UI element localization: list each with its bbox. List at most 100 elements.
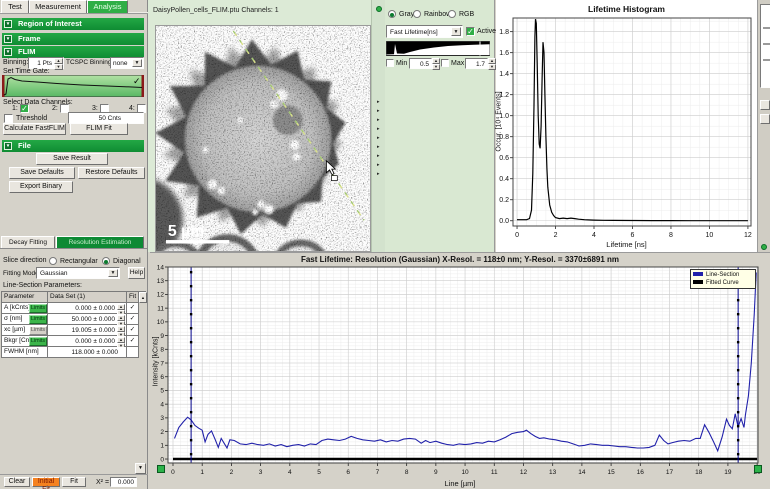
gate-left-marker: [2, 75, 5, 97]
svg-text:13: 13: [549, 469, 557, 476]
tcspc-binning-dropdown[interactable]: none ▼: [110, 57, 144, 69]
collapse-icon[interactable]: ▾: [4, 48, 12, 56]
param-spinner[interactable]: ▲▼: [117, 337, 125, 346]
chi2-value-field[interactable]: 0.000: [110, 477, 137, 487]
max-checkbox[interactable]: [441, 59, 449, 67]
collapse-icon[interactable]: ▾: [4, 35, 12, 43]
threshold-label: Threshold: [16, 115, 47, 122]
param-spinner[interactable]: ▲▼: [117, 315, 125, 324]
fit-check[interactable]: [127, 347, 139, 358]
tab-analysis[interactable]: Analysis: [87, 0, 128, 13]
panel-splitter[interactable]: ▸▸ ▸▸ ▸▸ ▸▸ ▸: [371, 0, 385, 252]
calculate-fastflim-label: Calculate FastFLIM: [4, 125, 65, 132]
svg-text:12: 12: [744, 232, 752, 239]
table-scroll-up[interactable]: ▲: [139, 292, 147, 303]
svg-text:9: 9: [160, 333, 164, 340]
display-parameter-dropdown[interactable]: Fast Lifetime[ns] ▼: [386, 25, 463, 38]
range-handle-right[interactable]: [754, 465, 762, 473]
section-frame[interactable]: ▾ Frame: [2, 33, 144, 45]
range-handle-left[interactable]: [157, 465, 165, 473]
col-fit: Fit: [127, 292, 139, 303]
collapse-icon[interactable]: ▾: [4, 142, 12, 150]
save-defaults-button[interactable]: Save Defaults: [9, 167, 75, 179]
help-button[interactable]: Help: [128, 267, 145, 279]
svg-text:16: 16: [637, 469, 645, 476]
slice-diagonal-radio[interactable]: [102, 257, 110, 265]
tab-measurement[interactable]: Measurement: [29, 0, 87, 13]
active-checkbox[interactable]: ✓: [466, 27, 475, 36]
chevron-down-icon[interactable]: ▼: [132, 59, 142, 67]
svg-text:14: 14: [157, 264, 165, 271]
gray-mode-radio[interactable]: [388, 10, 396, 18]
rainbow-mode-radio[interactable]: [413, 10, 421, 18]
section-roi-title: Region of Interest: [18, 19, 82, 28]
svg-text:1: 1: [200, 469, 204, 476]
limits-button[interactable]: Limits: [29, 326, 47, 335]
legend-line-section: Line-Section: [706, 272, 739, 278]
min-value: 0.5: [420, 61, 429, 68]
line-section-ylabel: Intensity [kCnts]: [153, 307, 160, 417]
param-spinner[interactable]: ▲▼: [117, 326, 125, 335]
fit-check[interactable]: ✓: [127, 325, 139, 336]
clear-button[interactable]: Clear: [4, 477, 30, 487]
initial-fit-button[interactable]: Initial Fit: [32, 477, 60, 487]
flim-image-canvas[interactable]: 5 µm: [155, 25, 371, 252]
line-section-chart[interactable]: 0123456789101112131401234567891011121314…: [150, 253, 770, 489]
param-value[interactable]: 50.000 ± 0.000: [48, 314, 127, 325]
time-gate-graph[interactable]: ✓: [2, 75, 144, 97]
export-binary-button[interactable]: Export Binary: [9, 181, 73, 193]
chevron-down-icon[interactable]: ▼: [451, 27, 461, 36]
cutoff-radio[interactable]: [761, 244, 767, 250]
min-spinner[interactable]: ▲▼: [432, 58, 440, 69]
intensity-histogram-strip[interactable]: [386, 41, 490, 56]
param-value[interactable]: 0.000 ± 0.000: [48, 336, 127, 347]
flim-fit-button[interactable]: FLIM Fit: [70, 123, 128, 135]
cutoff-button[interactable]: [760, 114, 770, 124]
rgb-mode-radio[interactable]: [448, 10, 456, 18]
min-value-field[interactable]: 0.5: [409, 58, 432, 69]
calculate-fastflim-button[interactable]: Calculate FastFLIM: [3, 123, 66, 135]
tab-resolution-estimation[interactable]: Resolution Estimation: [56, 236, 144, 248]
svg-text:14: 14: [578, 469, 586, 476]
scale-bar: [166, 240, 229, 243]
save-result-button[interactable]: Save Result: [36, 153, 108, 165]
limits-button[interactable]: Limits: [29, 337, 47, 346]
chevron-down-icon[interactable]: ▼: [108, 269, 118, 277]
tab-decay-fitting[interactable]: Decay Fitting: [1, 236, 55, 248]
max-value: 1.7: [476, 61, 485, 68]
fit-check[interactable]: ✓: [127, 314, 139, 325]
rgb-mode-label: RGB: [459, 11, 474, 18]
channel-1-checkbox[interactable]: ✓: [20, 104, 29, 113]
fit-check[interactable]: ✓: [127, 336, 139, 347]
threshold-checkbox[interactable]: [4, 114, 13, 123]
limits-button[interactable]: Limits: [29, 304, 47, 313]
fit-button[interactable]: Fit: [62, 477, 86, 487]
section-region-of-interest[interactable]: ▾ Region of Interest: [2, 18, 144, 30]
svg-text:0: 0: [171, 469, 175, 476]
section-file[interactable]: ▾ File: [2, 140, 144, 152]
svg-text:0.4: 0.4: [499, 176, 509, 183]
min-checkbox[interactable]: [386, 59, 394, 67]
left-scroll-down[interactable]: ▼: [135, 463, 146, 474]
svg-text:5: 5: [317, 469, 321, 476]
cutoff-button[interactable]: [760, 100, 770, 110]
svg-text:2: 2: [160, 429, 164, 436]
limits-button[interactable]: Limits: [29, 315, 47, 324]
svg-text:5: 5: [160, 388, 164, 395]
param-value[interactable]: 118.000 ± 0.000: [48, 347, 127, 358]
fit-check[interactable]: ✓: [127, 303, 139, 314]
binning-spin-buttons[interactable]: ▲▼: [54, 58, 63, 68]
param-value[interactable]: 0.000 ± 0.000: [48, 303, 127, 314]
max-value-field[interactable]: 1.7: [465, 58, 488, 69]
tab-test[interactable]: Test: [1, 0, 29, 13]
display-controls-panel: Gray Rainbow RGB Fast Lifetime[ns] ▼ ✓ A…: [385, 0, 495, 252]
fitting-model-dropdown[interactable]: Gaussian ▼: [36, 267, 120, 279]
param-value[interactable]: 19.005 ± 0.000: [48, 325, 127, 336]
param-spinner[interactable]: ▲▼: [117, 304, 125, 313]
restore-defaults-button[interactable]: Restore Defaults: [78, 167, 145, 179]
collapse-icon[interactable]: ▾: [4, 20, 12, 28]
status-dot: [376, 6, 382, 12]
save-defaults-label: Save Defaults: [20, 169, 64, 176]
line-section-panel: Fast Lifetime: Resolution (Gaussian) X-R…: [150, 252, 770, 489]
slice-rectangular-radio[interactable]: [49, 257, 57, 265]
